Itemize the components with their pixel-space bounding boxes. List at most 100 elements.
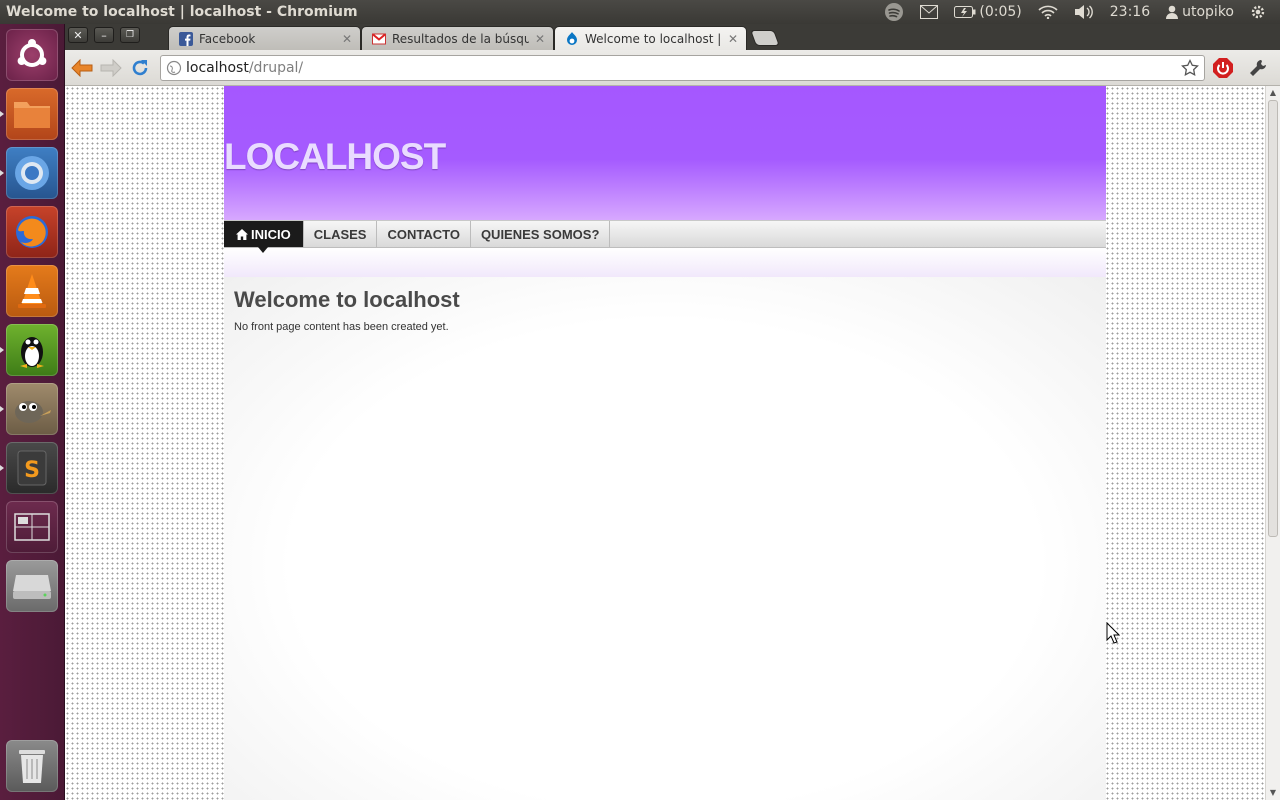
- tab-welcome-localhost[interactable]: Welcome to localhost | loc ✕: [554, 26, 747, 50]
- scroll-down-arrow-icon[interactable]: ▼: [1268, 788, 1278, 798]
- sublime-launcher[interactable]: S: [6, 442, 58, 494]
- back-arrow-icon: [71, 59, 93, 77]
- gear-icon: [1251, 5, 1265, 19]
- user-menu[interactable]: utopiko: [1158, 0, 1242, 24]
- address-bar[interactable]: localhost/drupal/: [160, 55, 1205, 81]
- mail-indicator[interactable]: [912, 0, 946, 24]
- back-button[interactable]: [69, 55, 95, 81]
- close-window-button[interactable]: ✕: [68, 27, 88, 43]
- spotify-icon: [885, 3, 904, 21]
- ubuntu-dash-button[interactable]: [6, 29, 58, 81]
- site-header: LOCALHOST: [224, 86, 1106, 220]
- restore-icon: ❐: [125, 30, 135, 40]
- tab-title: Facebook: [199, 31, 256, 46]
- menu-item-quienes-somos[interactable]: QUIENES SOMOS?: [471, 221, 611, 247]
- running-pip: [0, 406, 4, 412]
- scroll-up-arrow-icon[interactable]: ▲: [1268, 88, 1278, 98]
- minimize-window-button[interactable]: –: [94, 27, 114, 43]
- top-panel: Welcome to localhost | localhost - Chrom…: [0, 0, 1280, 24]
- menu-item-label: INICIO: [251, 226, 291, 242]
- unity-launcher: S: [0, 24, 65, 800]
- chromium-icon: [15, 156, 49, 190]
- files-icon: [14, 102, 50, 128]
- url-host: localhost: [186, 60, 249, 76]
- disk-launcher[interactable]: [6, 560, 58, 612]
- tab-close-icon[interactable]: ✕: [535, 32, 545, 46]
- spotify-indicator[interactable]: [876, 0, 912, 24]
- linux-launcher[interactable]: [6, 324, 58, 376]
- tab-title: Resultados de la búsqueda: [392, 31, 529, 46]
- ubuntu-dash-icon: [17, 39, 47, 67]
- menu-shadow-band: [224, 248, 1106, 277]
- page-viewport[interactable]: LOCALHOST INICIO CLASES CONTACTO QUIENES…: [65, 86, 1265, 800]
- front-page-message: No front page content has been created y…: [234, 321, 449, 333]
- gmail-favicon-icon: [372, 33, 386, 44]
- minimize-icon: –: [101, 28, 107, 42]
- scrollbar-thumb[interactable]: [1268, 100, 1278, 537]
- tab-close-icon[interactable]: ✕: [342, 32, 352, 46]
- reload-icon: [132, 60, 148, 76]
- drupal-favicon-icon: [567, 31, 577, 45]
- menu-item-inicio[interactable]: INICIO: [224, 221, 304, 253]
- bookmark-star-icon[interactable]: [1181, 59, 1199, 77]
- menu-item-label: QUIENES SOMOS?: [480, 226, 600, 242]
- wrench-icon: [1250, 60, 1266, 76]
- stop-sign-icon: [1213, 58, 1233, 78]
- menu-item-contacto[interactable]: CONTACTO: [377, 221, 471, 247]
- tab-close-icon[interactable]: ✕: [728, 32, 738, 46]
- disk-drive-icon: [13, 575, 51, 599]
- battery-icon: [954, 6, 976, 18]
- vlc-icon: [18, 274, 46, 308]
- network-indicator[interactable]: [1030, 0, 1066, 24]
- mail-icon: [920, 5, 939, 19]
- new-tab-button[interactable]: [750, 30, 780, 46]
- chromium-launcher[interactable]: [6, 147, 58, 199]
- drupal-site: LOCALHOST INICIO CLASES CONTACTO QUIENES…: [224, 86, 1106, 800]
- session-menu[interactable]: [1242, 0, 1274, 24]
- window-title: Welcome to localhost | localhost - Chrom…: [6, 4, 358, 20]
- battery-time: (0:05): [979, 4, 1022, 20]
- close-icon: ✕: [73, 28, 83, 42]
- page-title: Welcome to localhost: [234, 287, 460, 312]
- running-pip: [0, 111, 4, 117]
- vertical-scrollbar[interactable]: ▲ ▼: [1265, 86, 1280, 800]
- restore-window-button[interactable]: ❐: [120, 27, 140, 43]
- linux-tux-icon: [20, 337, 44, 368]
- speaker-icon: [1074, 5, 1093, 19]
- tab-search-results[interactable]: Resultados de la búsqueda ✕: [361, 26, 554, 50]
- home-icon: [236, 228, 248, 240]
- running-pip: [0, 170, 4, 176]
- indicator-area: (0:05) 23:16 utopiko: [876, 0, 1280, 24]
- mouse-cursor-icon: [1106, 622, 1120, 644]
- settings-wrench-button[interactable]: [1245, 55, 1271, 81]
- forward-button[interactable]: [98, 55, 124, 81]
- forward-arrow-icon: [100, 59, 122, 77]
- site-name[interactable]: LOCALHOST: [224, 136, 446, 178]
- workspace-switcher[interactable]: [6, 501, 58, 553]
- battery-indicator[interactable]: (0:05): [946, 0, 1029, 24]
- vlc-launcher[interactable]: [6, 265, 58, 317]
- sound-indicator[interactable]: [1066, 0, 1102, 24]
- adblock-button[interactable]: [1210, 55, 1236, 81]
- gimp-icon: [15, 401, 51, 423]
- menu-item-label: CLASES: [313, 226, 367, 242]
- tab-facebook[interactable]: Facebook ✕: [168, 26, 361, 50]
- running-pip: [0, 347, 4, 353]
- main-content: Welcome to localhost No front page conte…: [224, 277, 1106, 800]
- files-launcher[interactable]: [6, 88, 58, 140]
- user-icon: [1166, 5, 1179, 19]
- globe-icon: [166, 60, 182, 76]
- clock[interactable]: 23:16: [1102, 0, 1158, 24]
- firefox-launcher[interactable]: [6, 206, 58, 258]
- facebook-favicon-icon: [179, 31, 193, 46]
- firefox-icon: [16, 216, 48, 248]
- wifi-icon: [1038, 5, 1058, 19]
- trash-icon: [19, 750, 45, 783]
- trash-launcher[interactable]: [6, 740, 58, 792]
- url-path: /drupal/: [248, 60, 304, 76]
- menu-item-clases[interactable]: CLASES: [304, 221, 378, 247]
- reload-button[interactable]: [127, 55, 153, 81]
- running-pip: [0, 465, 4, 471]
- gimp-launcher[interactable]: [6, 383, 58, 435]
- menu-item-label: CONTACTO: [387, 226, 460, 242]
